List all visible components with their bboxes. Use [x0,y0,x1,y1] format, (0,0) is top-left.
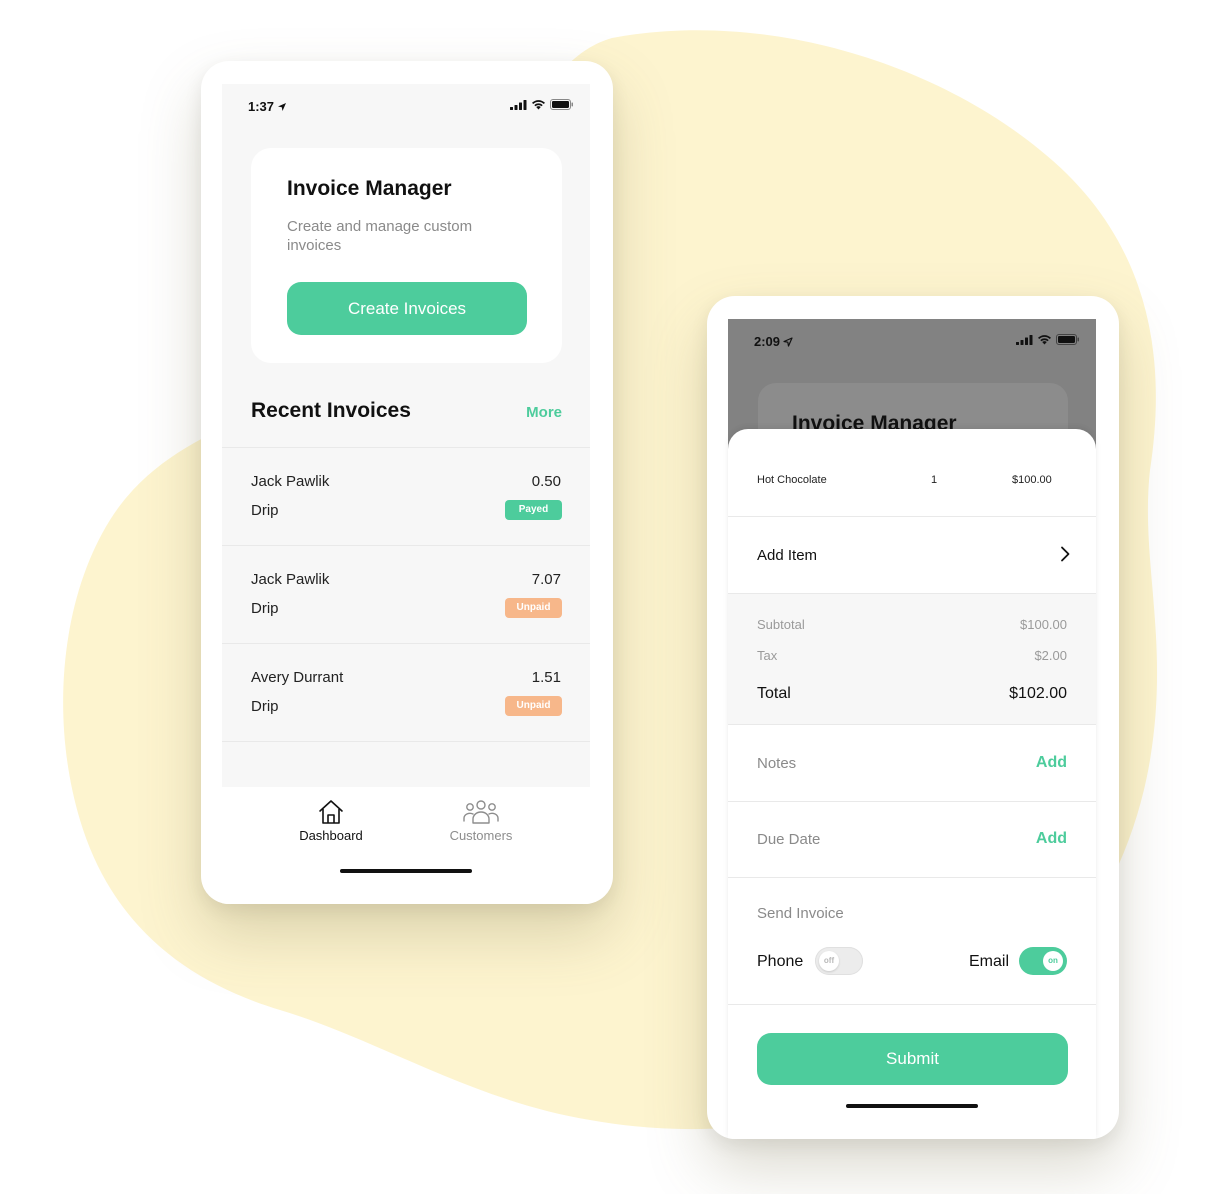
intro-card: Invoice Manager Create and manage custom… [251,148,562,363]
email-toggle-knob: on [1043,951,1063,971]
recent-invoices-title: Recent Invoices [251,399,411,422]
home-icon [319,800,343,824]
chevron-right-icon [1061,546,1070,562]
wifi-icon [1038,335,1051,345]
users-icon [463,800,499,824]
total-label: Total [757,685,791,702]
email-option-label: Email [969,953,1010,970]
submit-button[interactable]: Submit [757,1033,1068,1085]
due-date-row: Due Date Add [728,802,1096,878]
invoice-row[interactable]: Jack Pawlik 7.07 Drip Unpaid [222,546,590,644]
app-subtitle: Create and manage custom invoices [287,218,473,254]
app-title: Invoice Manager [287,177,452,200]
invoice-row[interactable]: Jack Pawlik 0.50 Drip Payed [222,448,590,546]
more-link[interactable]: More [526,404,562,421]
invoice-item: Drip [251,502,279,519]
invoice-customer-name: Avery Durrant [251,669,344,686]
invoice-amount: 7.07 [531,571,561,588]
tax-value: $2.00 [1034,648,1067,663]
invoice-item: Drip [251,698,279,715]
status-bar: 1:37 [222,84,590,128]
location-arrow-icon [278,103,287,111]
dashboard-phone: 1:37 Invoice Manager Create and manage c… [201,61,613,904]
notes-label: Notes [757,755,797,772]
invoice-amount: 1.51 [531,669,561,686]
send-invoice-title: Send Invoice [757,905,844,922]
status-time: 2:09 [754,334,793,349]
totals-section: Subtotal $100.00 Tax $2.00 Total $102.00 [728,594,1096,725]
status-time: 1:37 [248,99,287,114]
phone-toggle[interactable]: off [815,947,863,975]
dashboard-screen: 1:37 Invoice Manager Create and manage c… [222,84,590,787]
wifi-icon [532,100,545,110]
send-invoice-section: Send Invoice Phone off Email on [728,878,1096,1005]
phone-toggle-knob: off [819,951,839,971]
add-due-date-button[interactable]: Add [1036,830,1067,848]
signal-icon [510,99,527,110]
status-bar: 2:09 [728,319,1096,363]
invoice-item: Drip [251,600,279,617]
invoice-amount: 0.50 [531,473,561,490]
signal-icon [1016,334,1033,345]
tab-customers[interactable]: Customers [421,799,541,843]
line-item-name: Hot Chocolate [757,474,827,486]
subtotal-label: Subtotal [757,617,805,632]
email-toggle[interactable]: on [1019,947,1067,975]
status-icons [1016,334,1080,345]
subtotal-value: $100.00 [1020,617,1067,632]
line-item-price: $100.00 [1012,474,1052,486]
notes-row: Notes Add [728,726,1096,802]
home-indicator [846,1104,978,1108]
invoice-customer-name: Jack Pawlik [251,571,330,588]
invoice-list: Jack Pawlik 0.50 Drip Payed Jack Pawlik … [222,447,590,742]
tax-label: Tax [757,648,778,663]
battery-icon [1056,334,1079,345]
due-date-label: Due Date [757,831,821,848]
invoice-customer-name: Jack Pawlik [251,473,330,490]
invoice-screen: 2:09 Invoice Manager Hot Chocolate 1 $10… [728,319,1096,1139]
invoice-row[interactable]: Avery Durrant 1.51 Drip Unpaid [222,644,590,742]
line-item-qty: 1 [931,474,938,486]
recent-invoices-header: Recent Invoices More [251,399,562,429]
location-arrow-icon [783,337,793,347]
add-notes-button[interactable]: Add [1036,754,1067,772]
tab-bar: Dashboard Customers [222,787,590,904]
status-badge: Unpaid [505,696,562,716]
phone-option-label: Phone [757,953,804,970]
status-badge: Payed [505,500,562,520]
invoice-sheet: Hot Chocolate 1 $100.00 Add Item Subtota… [728,429,1096,1139]
home-indicator [340,869,472,873]
tab-dashboard[interactable]: Dashboard [271,799,391,843]
status-badge: Unpaid [505,598,562,618]
create-invoices-button[interactable]: Create Invoices [287,282,527,335]
invoice-phone: 2:09 Invoice Manager Hot Chocolate 1 $10… [707,296,1119,1139]
status-icons [510,99,574,110]
battery-icon [550,99,573,110]
tab-customers-label: Customers [449,828,513,843]
tab-dashboard-label: Dashboard [299,828,363,843]
add-item-row[interactable]: Add Item [728,517,1096,594]
total-value: $102.00 [1009,685,1067,702]
line-item-row[interactable]: Hot Chocolate 1 $100.00 [728,429,1096,517]
add-item-label: Add Item [757,547,818,564]
